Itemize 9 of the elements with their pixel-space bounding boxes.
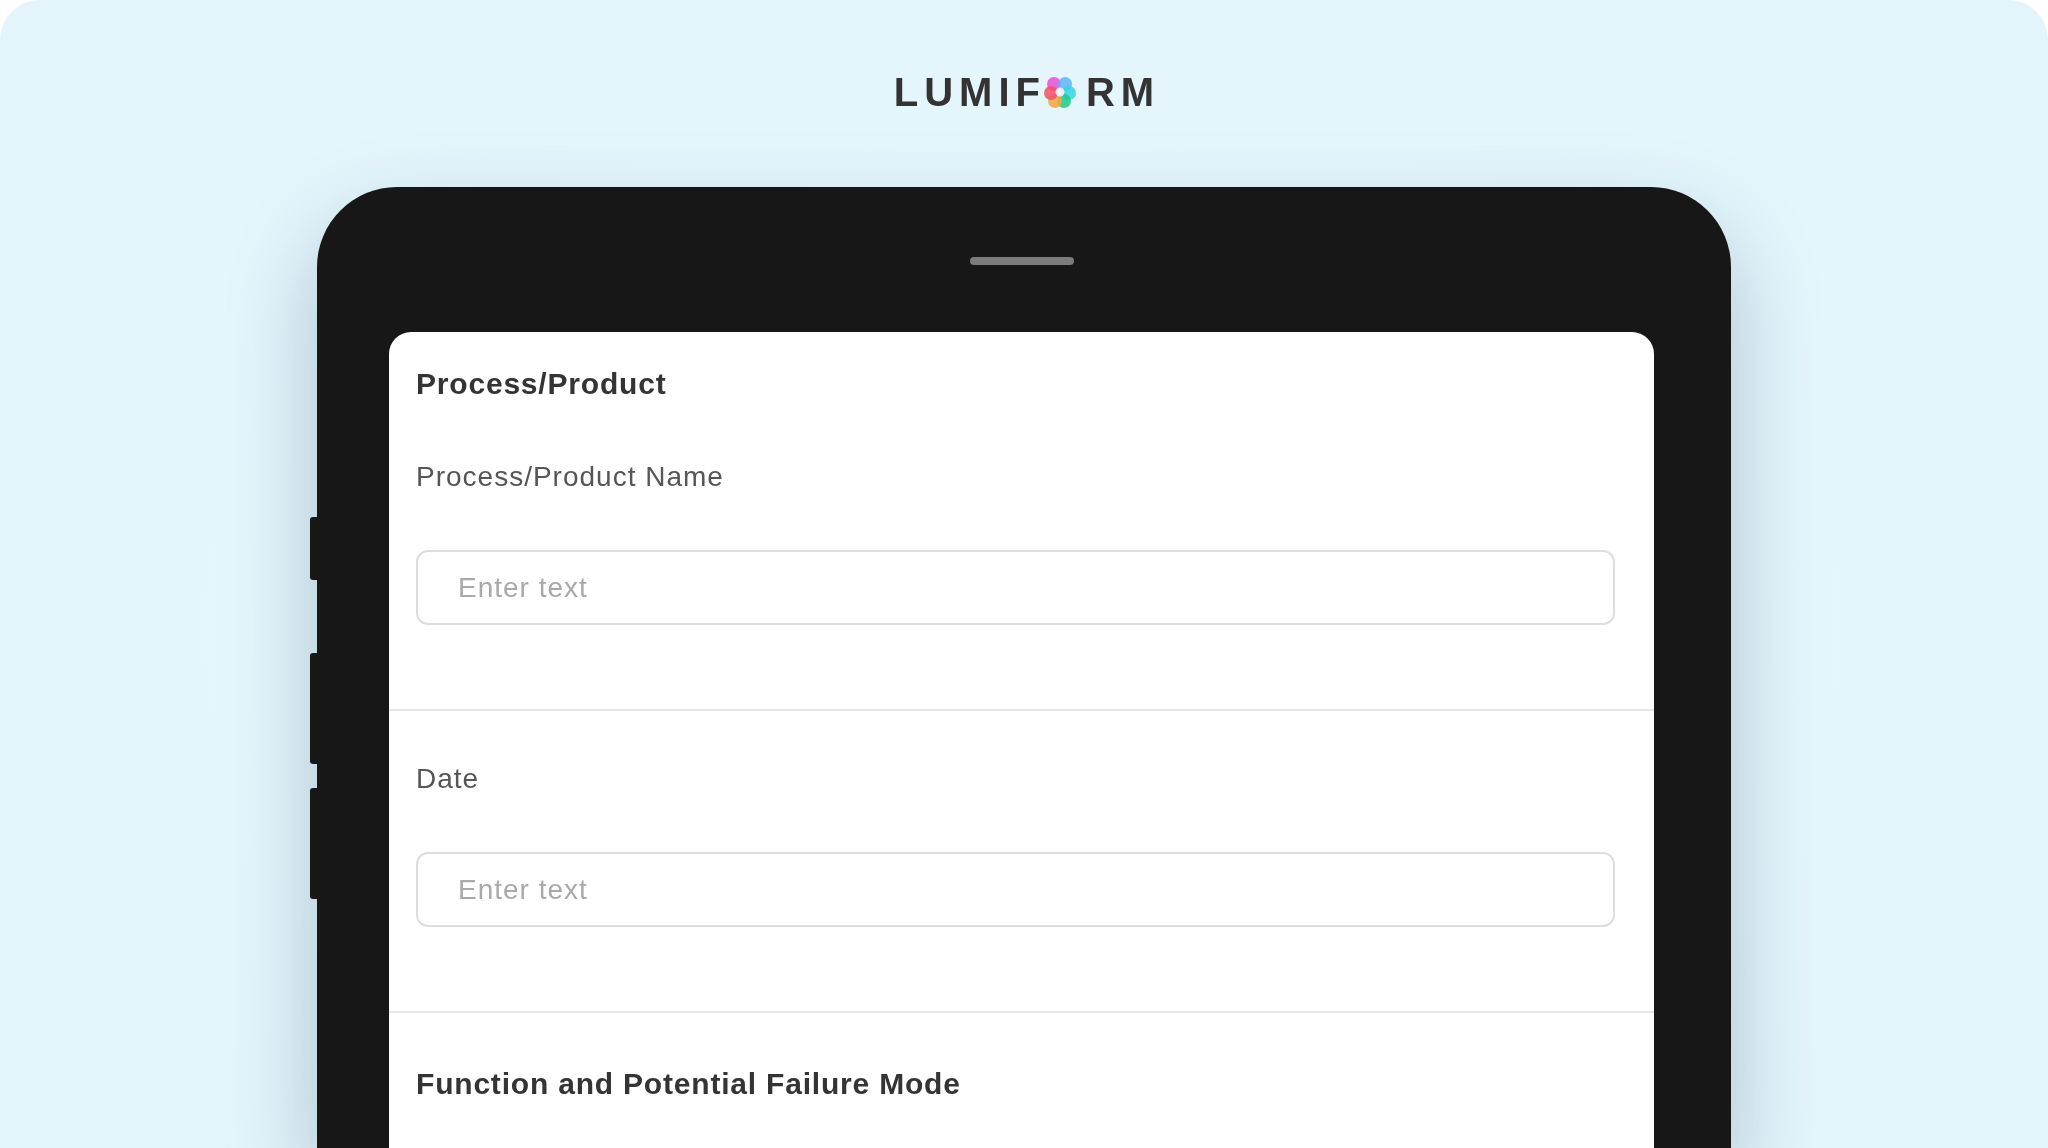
section-title: Process/Product xyxy=(416,366,668,402)
text-input-field[interactable]: Enter text xyxy=(416,852,1615,927)
field-label: Date xyxy=(416,762,480,796)
text-input-field[interactable]: Enter text xyxy=(416,550,1615,625)
logo-text: RM xyxy=(1086,72,1161,112)
section-title: Function and Potential Failure Mode xyxy=(416,1066,962,1102)
logo-text: LUMIF xyxy=(893,72,1046,112)
field-label: Process/Product Name xyxy=(416,460,724,494)
flower-logo-icon xyxy=(1044,75,1076,109)
